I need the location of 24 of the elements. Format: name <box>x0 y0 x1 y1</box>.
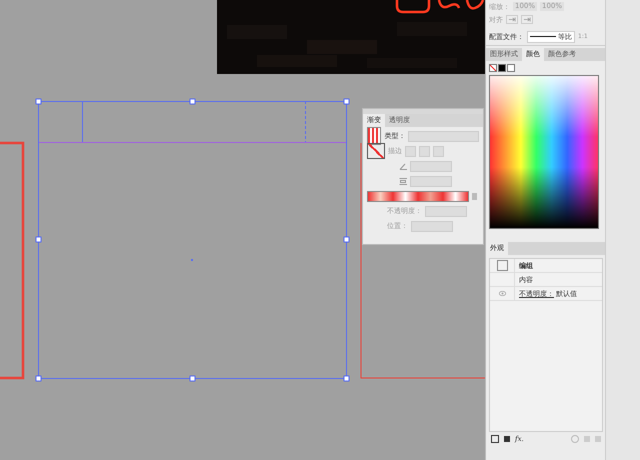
scrollbar[interactable] <box>605 0 640 460</box>
filled-square-icon[interactable] <box>504 436 510 442</box>
square-icon[interactable] <box>491 435 499 443</box>
align-button[interactable] <box>521 15 533 24</box>
color-spectrum[interactable] <box>489 75 599 229</box>
align-button[interactable] <box>506 15 518 24</box>
thumbnail <box>496 260 508 271</box>
type-dropdown[interactable] <box>408 130 479 142</box>
aspect-ratio-dropdown[interactable] <box>410 176 452 186</box>
eye-icon[interactable] <box>498 291 506 296</box>
gradient-swatch[interactable] <box>367 127 382 145</box>
stroke-option-button[interactable] <box>433 146 444 156</box>
none-swatch[interactable] <box>489 64 497 72</box>
stroke-option-button[interactable] <box>405 146 416 156</box>
fill-stroke-icon[interactable] <box>367 143 385 159</box>
selection-bounding-box[interactable] <box>36 98 350 382</box>
stroke-option-button[interactable] <box>419 146 430 156</box>
light-swatch[interactable] <box>507 64 515 72</box>
opacity-dropdown[interactable] <box>425 206 467 216</box>
position-dropdown[interactable] <box>411 220 453 232</box>
angle-dropdown[interactable] <box>410 160 452 172</box>
dark-swatch[interactable] <box>498 64 506 72</box>
angle-icon <box>399 162 407 170</box>
aspect-ratio-icon <box>399 178 407 184</box>
